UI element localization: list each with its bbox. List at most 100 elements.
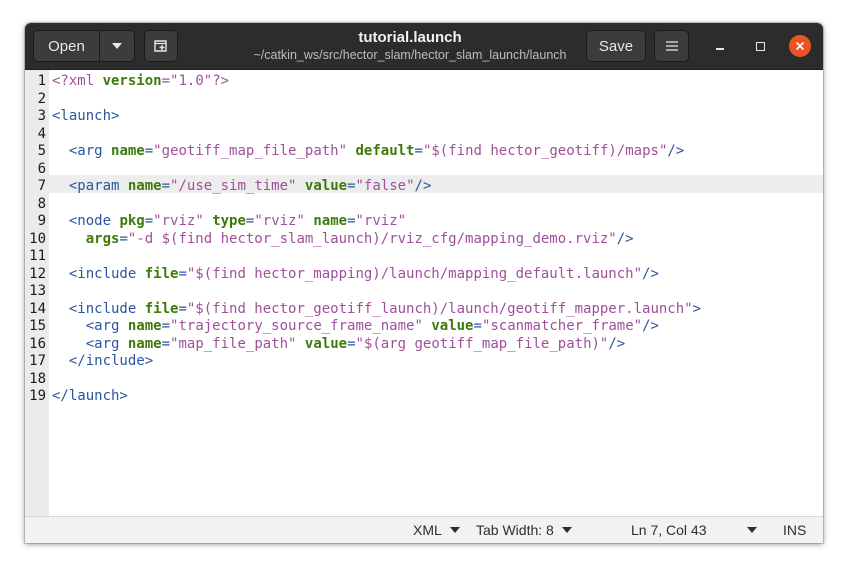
code-text[interactable]: <arg name="trajectory_source_frame_name"… <box>52 318 659 336</box>
code-token: value <box>304 178 348 194</box>
chevron-down-icon <box>449 527 460 533</box>
open-dropdown-button[interactable] <box>99 30 135 62</box>
line-number: 6 <box>37 160 46 177</box>
code-token: = <box>161 318 171 334</box>
language-selector[interactable]: XML <box>413 522 460 538</box>
line-number: 9 <box>37 213 46 229</box>
minimize-icon <box>716 48 724 50</box>
code-text[interactable]: </launch> <box>52 388 128 406</box>
menu-button[interactable] <box>654 30 689 62</box>
code-token: file <box>144 265 179 282</box>
line-number: 10 <box>29 230 46 247</box>
maximize-button[interactable] <box>749 35 771 57</box>
code-token: <include <box>68 300 145 317</box>
code-token: /> <box>642 318 659 334</box>
code-token: "rviz" <box>355 213 407 229</box>
new-tab-button[interactable] <box>144 30 178 62</box>
code-token: name <box>127 178 162 194</box>
code-token: ?> <box>212 73 230 89</box>
chevron-down-icon <box>747 527 757 533</box>
code-token: /> <box>414 178 432 194</box>
minimize-button[interactable] <box>709 35 731 57</box>
code-token: = <box>473 318 482 334</box>
cursor-position-label: Ln 7, Col 43 <box>631 522 707 538</box>
open-button[interactable]: Open <box>33 30 100 62</box>
save-button-label: Save <box>598 37 634 55</box>
close-icon <box>795 41 805 51</box>
code-text[interactable]: <include file="$(find hector_geotiff_lau… <box>52 301 701 319</box>
code-token: name <box>127 318 162 334</box>
code-token: <arg <box>68 143 112 159</box>
window-subtitle: ~/catkin_ws/src/hector_slam/hector_slam_… <box>253 48 567 62</box>
line-number: 1 <box>37 73 46 89</box>
code-token: <?xml <box>52 73 103 89</box>
code-token: /> <box>642 265 659 282</box>
code-text[interactable]: <?xml version="1.0"?> <box>52 73 229 91</box>
chevron-down-icon <box>112 43 122 49</box>
code-text[interactable]: <param name="/use_sim_time" value="false… <box>52 178 432 196</box>
line-number: 17 <box>29 353 46 369</box>
code-token: "trajectory_source_frame_name" <box>170 318 423 334</box>
window-title: tutorial.launch <box>358 29 462 46</box>
code-token: value <box>431 318 474 334</box>
code-token: file <box>144 300 179 317</box>
chevron-down-icon <box>561 527 572 533</box>
code-token: "$(find hector_mapping)/launch/mapping_d… <box>186 265 643 282</box>
language-label: XML <box>413 522 442 538</box>
code-token: = <box>144 143 154 159</box>
code-token: = <box>347 213 356 229</box>
code-token: = <box>144 213 154 229</box>
code-token: = <box>161 73 171 89</box>
line-number: 18 <box>29 370 46 387</box>
code-token: version <box>102 73 162 89</box>
line-number: 5 <box>37 143 46 159</box>
code-token: "rviz" <box>153 213 204 229</box>
text-editor[interactable]: 1 <?xml version="1.0"?> 2 3 <launch> 4 5 <arg … <box>25 70 823 516</box>
code-text[interactable]: </include> <box>52 353 153 371</box>
code-token: <param <box>68 178 128 194</box>
code-token: /> <box>616 230 634 247</box>
code-text[interactable]: <arg name="map_file_path" value="$(arg g… <box>52 335 626 354</box>
code-token: name <box>127 335 162 352</box>
code-token: "false" <box>355 178 415 194</box>
code-text[interactable]: <include file="$(find hector_mapping)/la… <box>52 266 659 284</box>
code-text[interactable]: <node pkg="rviz" type="rviz" name="rviz" <box>52 213 406 231</box>
line-number: 13 <box>29 283 46 299</box>
tab-width-selector[interactable]: Tab Width: 8 <box>476 522 572 538</box>
line-number: 19 <box>29 388 46 404</box>
close-button[interactable] <box>789 35 811 57</box>
open-button-label: Open <box>48 37 85 55</box>
code-token: name <box>313 213 348 229</box>
line-number: 7 <box>37 178 46 194</box>
code-token: "scanmatcher_frame" <box>481 318 643 334</box>
insert-mode-indicator[interactable]: INS <box>783 522 806 538</box>
line-number: 3 <box>37 108 46 124</box>
line-number: 2 <box>37 90 46 107</box>
code-text[interactable]: <arg name="geotiff_map_file_path" defaul… <box>52 143 684 161</box>
line-number: 8 <box>37 195 46 212</box>
code-text[interactable]: <launch> <box>52 108 119 126</box>
code-token: </include> <box>68 353 154 369</box>
code-token: "$(find hector_geotiff)/maps" <box>422 143 668 159</box>
code-token: <arg <box>85 318 128 334</box>
cursor-position-selector[interactable]: Ln 7, Col 43 <box>631 522 757 538</box>
status-bar: XML Tab Width: 8 Ln 7, Col 43 INS <box>25 516 823 543</box>
code-token: name <box>111 143 145 159</box>
code-token: args <box>85 230 120 247</box>
header-bar: Open tutorial.launch ~/catkin_ws/src/hec… <box>25 23 823 70</box>
insert-mode-label: INS <box>783 522 807 538</box>
code-token: "geotiff_map_file_path" <box>153 143 348 159</box>
save-button[interactable]: Save <box>586 30 646 62</box>
code-text[interactable]: args="-d $(find hector_slam_launch)/rviz… <box>52 231 634 249</box>
code-token: "$(arg geotiff_map_file_path)" <box>355 335 609 352</box>
